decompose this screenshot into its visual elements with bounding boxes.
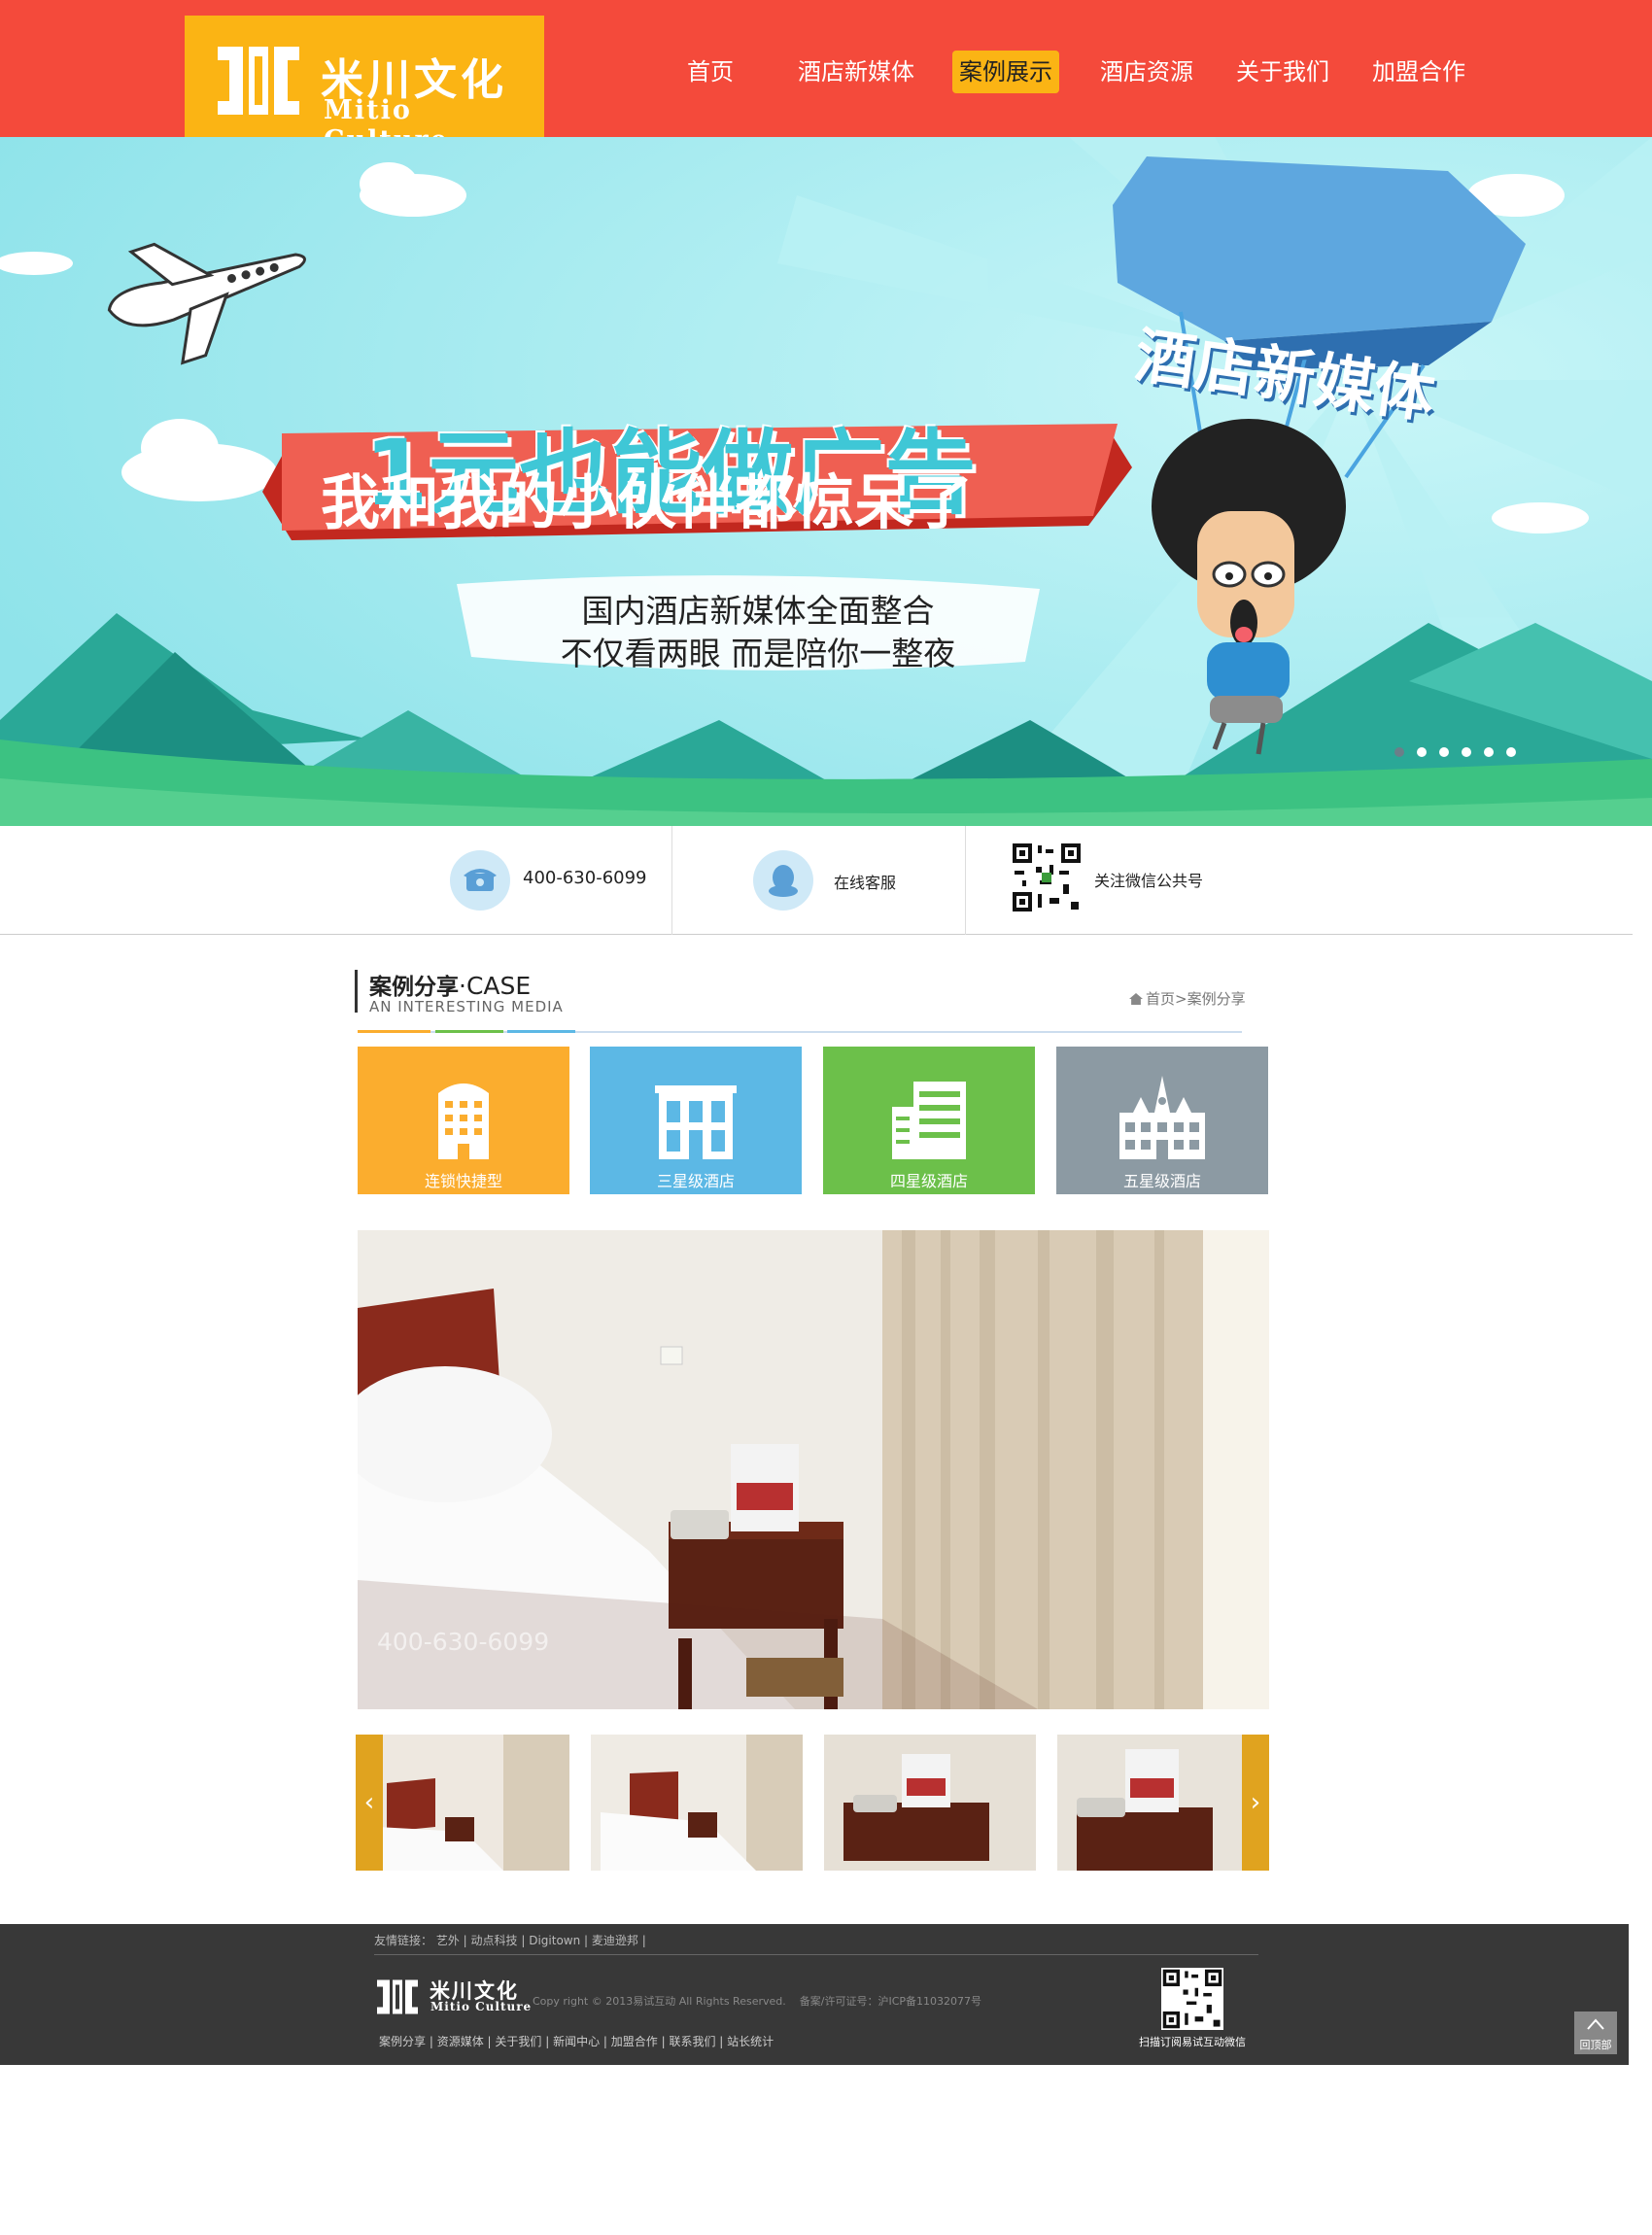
carousel-thumbnail[interactable] bbox=[358, 1735, 569, 1871]
friend-links: 友情链接： 艺外 | 动点科技 | Digitown | 麦迪逊邦 | bbox=[374, 1934, 646, 1947]
carousel-thumbnail[interactable] bbox=[824, 1735, 1036, 1871]
breadcrumb-separator: > bbox=[1175, 990, 1187, 1008]
section-subtitle: AN INTERESTING MEDIA bbox=[369, 998, 564, 1015]
footer-qr-code-icon bbox=[1161, 1968, 1223, 2030]
footer-nav-link[interactable]: 站长统计 bbox=[727, 2035, 774, 2048]
footer-nav-link[interactable]: 新闻中心 bbox=[553, 2035, 600, 2048]
footer-divider bbox=[374, 1954, 1258, 1955]
icp-text[interactable]: 备案/许可证号：沪ICP备11032077号 bbox=[800, 1995, 981, 2008]
friend-link[interactable]: 麦迪逊邦 bbox=[592, 1934, 638, 1947]
nav-join-cooperation[interactable]: 加盟合作 bbox=[1368, 51, 1469, 93]
category-label: 连锁快捷型 bbox=[424, 1172, 502, 1190]
contact-online-service[interactable]: 在线客服 bbox=[834, 870, 896, 893]
contact-bar: 400-630-6099 在线客服 关注微信公共号 bbox=[0, 826, 1633, 935]
footer-logo-text-en: Mitio Culture bbox=[430, 2000, 533, 2013]
site-header: 米川文化 Mitio Culture 首页 酒店新媒体 案例展示 酒店资源 关于… bbox=[0, 0, 1652, 155]
nav-home[interactable]: 首页 bbox=[675, 51, 745, 93]
hotel-building-icon bbox=[438, 1083, 489, 1159]
footer-nav-link[interactable]: 联系我们 bbox=[669, 2035, 715, 2048]
section-accent-bar bbox=[355, 970, 358, 1013]
section-title-cn: 案例分享 bbox=[369, 975, 459, 1000]
back-to-top-button[interactable]: 回顶部 bbox=[1574, 2012, 1617, 2054]
category-budget-chain[interactable]: 连锁快捷型 bbox=[358, 1047, 569, 1194]
slider-dot[interactable] bbox=[1439, 747, 1449, 757]
contact-phone[interactable]: 400-630-6099 bbox=[523, 868, 647, 888]
chevron-up-icon bbox=[1587, 2018, 1604, 2030]
friend-link[interactable]: 艺外 bbox=[436, 1934, 460, 1947]
carousel-prev-arrow-icon[interactable]: ‹ bbox=[356, 1735, 383, 1871]
footer-nav: 案例分享 | 资源媒体 | 关于我们 | 新闻中心 | 加盟合作 | 联系我们 … bbox=[379, 2035, 774, 2048]
friend-links-label: 友情链接： bbox=[374, 1934, 433, 1947]
slider-dot[interactable] bbox=[1484, 747, 1494, 757]
category-four-star[interactable]: 四星级酒店 bbox=[823, 1047, 1035, 1194]
hotel-building-icon bbox=[655, 1085, 737, 1159]
phone-icon bbox=[450, 850, 510, 911]
banner-line-1: 国内酒店新媒体全面整合 bbox=[581, 592, 935, 630]
carousel-next-arrow-icon[interactable]: › bbox=[1242, 1735, 1269, 1871]
contact-wechat[interactable]: 关注微信公共号 bbox=[1094, 868, 1203, 891]
home-icon bbox=[1129, 993, 1143, 1005]
wechat-qr-icon bbox=[1011, 842, 1083, 913]
friend-link[interactable]: Digitown bbox=[529, 1934, 580, 1947]
footer-copyright: Copy right © 2013易试互动 All Rights Reserve… bbox=[533, 1993, 981, 2009]
footer-nav-link[interactable]: 关于我们 bbox=[495, 2035, 541, 2048]
slider-dot[interactable] bbox=[1506, 747, 1516, 757]
section-title-en: ·CASE bbox=[459, 972, 532, 1000]
breadcrumb-current: 案例分享 bbox=[1187, 990, 1246, 1008]
logo-mark-icon bbox=[218, 47, 299, 115]
slider-dot[interactable] bbox=[1462, 747, 1471, 757]
footer-qr-caption: 扫描订阅易试互动微信 bbox=[1139, 2036, 1246, 2048]
footer-logo-mark-icon bbox=[377, 1979, 418, 2014]
back-to-top-label: 回顶部 bbox=[1579, 2039, 1612, 2051]
nav-hotel-resources[interactable]: 酒店资源 bbox=[1096, 51, 1197, 93]
nav-case-showcase[interactable]: 案例展示 bbox=[952, 51, 1059, 93]
slider-dot[interactable] bbox=[1417, 747, 1427, 757]
breadcrumb-home[interactable]: 首页 bbox=[1146, 990, 1175, 1008]
breadcrumb: 首页>案例分享 bbox=[1129, 988, 1246, 1009]
category-label: 四星级酒店 bbox=[889, 1172, 968, 1190]
site-logo[interactable]: 米川文化 Mitio Culture bbox=[185, 16, 544, 155]
divider-segment bbox=[435, 1030, 503, 1033]
slider-dot[interactable] bbox=[1394, 747, 1404, 757]
hero-banner[interactable]: 酒店新媒体 1元也能做广告 我和我的小伙伴都惊呆了 国内酒店新媒体全面整合 不仅… bbox=[0, 137, 1652, 826]
banner-line-2: 不仅看两眼 而是陪你一整夜 bbox=[560, 635, 956, 672]
photo-overlay-phone: 400-630-6099 bbox=[377, 1628, 550, 1656]
divider-segment bbox=[507, 1030, 575, 1033]
hotel-building-icon bbox=[1119, 1076, 1205, 1159]
friend-link[interactable]: 动点科技 bbox=[471, 1934, 518, 1947]
hotel-building-icon bbox=[892, 1082, 966, 1159]
section-title: 案例分享·CASE bbox=[369, 968, 531, 1001]
category-five-star[interactable]: 五星级酒店 bbox=[1056, 1047, 1268, 1194]
category-label: 三星级酒店 bbox=[656, 1172, 735, 1190]
copyright-text: Copy right © 2013易试互动 All Rights Reserve… bbox=[533, 1995, 786, 2008]
divider-segment bbox=[358, 1030, 430, 1033]
nav-about-us[interactable]: 关于我们 bbox=[1232, 51, 1333, 93]
category-three-star[interactable]: 三星级酒店 bbox=[590, 1047, 802, 1194]
carousel-thumbnail[interactable] bbox=[591, 1735, 803, 1871]
footer-nav-link[interactable]: 案例分享 bbox=[379, 2035, 426, 2048]
footer-nav-link[interactable]: 加盟合作 bbox=[611, 2035, 658, 2048]
carousel-thumbnail[interactable] bbox=[1057, 1735, 1269, 1871]
category-label: 五星级酒店 bbox=[1122, 1172, 1201, 1190]
banner-ribbon-text: 我和我的小伙伴都惊呆了 bbox=[321, 468, 974, 537]
qq-icon[interactable] bbox=[753, 850, 813, 911]
nav-hotel-new-media[interactable]: 酒店新媒体 bbox=[795, 51, 917, 93]
footer-nav-link[interactable]: 资源媒体 bbox=[437, 2035, 484, 2048]
